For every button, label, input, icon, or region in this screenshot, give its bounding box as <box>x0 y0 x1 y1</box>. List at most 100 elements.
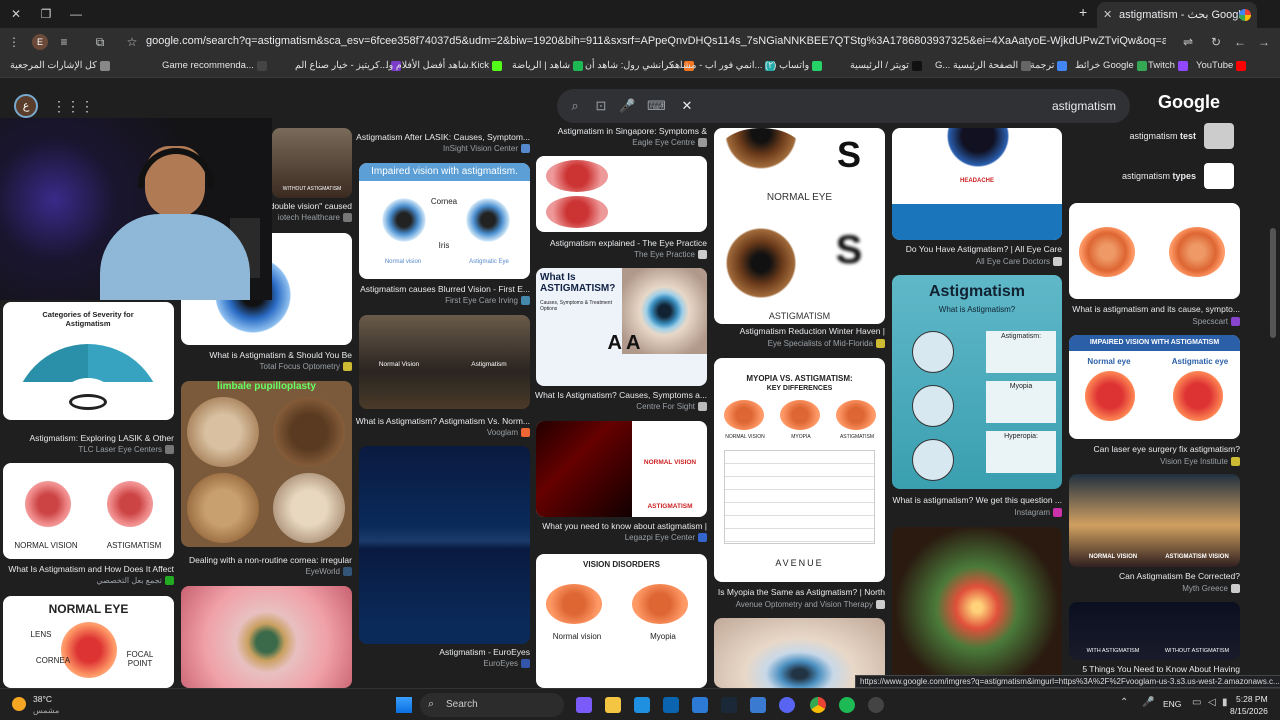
clock-date[interactable]: 8/15/2026 <box>1230 706 1268 716</box>
extensions-icon[interactable]: ⧉ <box>92 34 108 50</box>
bookmark-item[interactable]: خرائط Google <box>1075 60 1147 71</box>
result-image[interactable]: HEADACHE <box>892 128 1062 240</box>
page-scrollbar[interactable] <box>1270 228 1276 338</box>
result-image[interactable] <box>1069 203 1240 299</box>
battery-icon[interactable]: ▮ <box>1222 697 1228 708</box>
result-image[interactable]: NORMAL VISION ASTIGMATISM <box>3 463 174 559</box>
result-image[interactable]: S NORMAL EYE S ASTIGMATISM <box>714 128 885 324</box>
google-logo[interactable]: Google <box>1158 92 1220 113</box>
result-source[interactable]: Myth Greece <box>1182 584 1240 594</box>
bookmark-item[interactable]: YouTube <box>1196 60 1247 71</box>
result-image[interactable] <box>892 527 1062 688</box>
result-image[interactable]: WITHOUT ASTIGMATISM <box>272 128 352 198</box>
restore-window-button[interactable]: ❐ <box>36 4 56 24</box>
result-source[interactable]: تجمع بعل التخصصي <box>96 576 174 586</box>
result-image[interactable]: limbale pupilloplasty <box>181 381 352 547</box>
result-image[interactable]: NORMAL VISION ASTIGMATISM <box>536 421 707 517</box>
result-caption[interactable]: Can laser eye surgery fix astigmatism? <box>1094 444 1240 454</box>
new-tab-button[interactable]: + <box>1079 4 1087 20</box>
result-source[interactable]: Avenue Optometry and Vision Therapy <box>736 600 885 610</box>
menu-icon[interactable]: ⋮ <box>6 34 22 50</box>
close-window-button[interactable]: ✕ <box>6 4 26 24</box>
account-avatar[interactable]: ع <box>14 94 38 118</box>
result-source[interactable]: iotech Healthcare <box>278 213 352 223</box>
result-source[interactable]: Centre For Sight <box>636 402 707 412</box>
url-text[interactable]: google.com/search?q=astigmatism&sca_esv=… <box>146 35 1166 47</box>
result-image[interactable]: MYOPIA VS. ASTIGMATISM: KEY DIFFERENCES … <box>714 358 885 582</box>
result-caption[interactable]: 5 Things You Need to Know About Having <box>1082 664 1240 674</box>
language-indicator[interactable]: ENG <box>1163 699 1181 709</box>
result-image[interactable]: Astigmatism What is Astigmatism? Astigma… <box>892 275 1062 489</box>
bookmark-item[interactable]: ترجمة <box>1030 60 1068 71</box>
result-source[interactable]: Eye Specialists of Mid-Florida <box>768 339 885 349</box>
bookmark-item[interactable]: كل الإشارات المرجعية <box>10 60 110 71</box>
back-icon[interactable]: ← <box>1232 34 1248 50</box>
result-source[interactable]: Total Focus Optometry <box>260 362 352 372</box>
windows-start-icon[interactable] <box>396 697 412 713</box>
apps-grid-icon[interactable]: ⋮⋮⋮ <box>52 98 94 115</box>
result-caption[interactable]: What is astigmatism and its cause, sympt… <box>1072 304 1240 314</box>
voice-search-icon[interactable]: 🎤 <box>619 98 635 114</box>
result-caption[interactable]: Astigmatism causes Blurred Vision - Firs… <box>360 284 530 294</box>
result-source[interactable]: EuroEyes <box>483 659 530 669</box>
result-source[interactable]: Instagram <box>1014 508 1062 518</box>
bookmark-item[interactable]: انمي فور اب - مشاهد... <box>670 60 776 71</box>
reading-list-icon[interactable]: ≡ <box>56 34 72 50</box>
chrome-icon[interactable] <box>810 697 826 713</box>
discord-icon[interactable] <box>779 697 795 713</box>
result-source[interactable]: TLC Laser Eye Centers <box>78 445 174 455</box>
minimize-window-button[interactable]: — <box>66 4 86 24</box>
bookmark-item[interactable]: واتساب (٢) <box>765 60 823 71</box>
bookmark-item[interactable]: شاهد | الرياضة <box>512 60 584 71</box>
result-caption[interactable]: What Is Astigmatism? Causes, Symptoms a.… <box>535 390 707 400</box>
result-image[interactable]: What Is ASTIGMATISM? Causes, Symptoms & … <box>536 268 707 386</box>
result-image[interactable] <box>359 446 530 644</box>
bookmark-item[interactable]: Kick <box>471 60 502 71</box>
result-caption[interactable]: Dealing with a non-routine cornea: irreg… <box>189 555 352 565</box>
volume-icon[interactable]: ◁ <box>1208 697 1216 708</box>
result-caption[interactable]: What Is Astigmatism and How Does It Affe… <box>8 564 174 574</box>
result-source[interactable]: All Eye Care Doctors <box>976 257 1062 267</box>
result-caption[interactable]: Do You Have Astigmatism? | All Eye Care <box>906 244 1062 254</box>
tray-chevron-icon[interactable]: ⌃ <box>1120 697 1128 708</box>
result-caption[interactable]: Astigmatism explained - The Eye Practice <box>550 238 707 248</box>
result-source[interactable]: InSight Vision Center <box>443 144 530 154</box>
result-image[interactable] <box>181 586 352 688</box>
taskbar-search[interactable]: ⌕ Search <box>420 693 564 717</box>
keyboard-icon[interactable]: ⌨ <box>647 98 666 114</box>
result-image[interactable]: IMPAIRED VISION WITH ASTIGMATISM Normal … <box>1069 335 1240 439</box>
result-caption[interactable]: Astigmatism Reduction Winter Haven | <box>740 326 885 336</box>
result-source[interactable]: Legazpi Eye Center <box>625 533 707 543</box>
bookmark-item[interactable]: Game recommenda... <box>162 60 267 71</box>
result-image[interactable]: VISION DISORDERS Normal vision Myopia <box>536 554 707 688</box>
reload-icon[interactable]: ↻ <box>1208 34 1224 50</box>
address-bar[interactable]: ☆ google.com/search?q=astigmatism&sca_es… <box>118 30 1198 54</box>
close-tab-icon[interactable]: ✕ <box>1103 2 1112 28</box>
result-source[interactable]: Vision Eye Institute <box>1160 457 1240 467</box>
bookmark-item[interactable]: Twitch <box>1148 60 1188 71</box>
file-explorer-icon[interactable] <box>605 697 621 713</box>
result-caption[interactable]: Astigmatism - EuroEyes <box>439 647 530 657</box>
bookmark-item[interactable]: كريتيز - خيار صناع الم... <box>295 60 401 71</box>
result-caption[interactable]: What you need to know about astigmatism … <box>542 521 707 531</box>
result-caption[interactable]: Is Myopia the Same as Astigmatism? | Nor… <box>718 587 885 597</box>
spotify-icon[interactable] <box>839 697 855 713</box>
result-image[interactable]: Categories of Severity for Astigmatism <box>3 302 174 420</box>
bookmark-item[interactable]: تويتر / الرئيسية <box>850 60 922 71</box>
search-query[interactable]: astigmatism <box>1052 99 1116 113</box>
result-image[interactable] <box>536 156 707 232</box>
result-caption[interactable]: Astigmatism in Singapore: Symptoms & <box>558 126 707 136</box>
app-icon[interactable] <box>692 697 708 713</box>
result-caption[interactable]: double vision" caused <box>270 201 352 211</box>
related-search-astigmatism-types[interactable]: astigmatism types <box>1069 159 1240 195</box>
clock-time[interactable]: 5:28 PM <box>1236 694 1268 704</box>
network-icon[interactable]: ▭ <box>1192 697 1201 708</box>
site-settings-icon[interactable]: ⇌ <box>1180 34 1196 50</box>
result-caption[interactable]: Astigmatism: Exploring LASIK & Other <box>29 433 174 443</box>
app-icon[interactable] <box>750 697 766 713</box>
result-source[interactable]: First Eye Care Irving <box>445 296 530 306</box>
result-caption[interactable]: What is Astigmatism & Should You Be <box>209 350 352 360</box>
result-caption[interactable]: Astigmatism After LASIK: Causes, Symptom… <box>356 132 530 142</box>
result-image[interactable]: Normal Vision Astigmatism <box>359 315 530 409</box>
related-search-astigmatism-test[interactable]: astigmatism test <box>1069 119 1240 155</box>
